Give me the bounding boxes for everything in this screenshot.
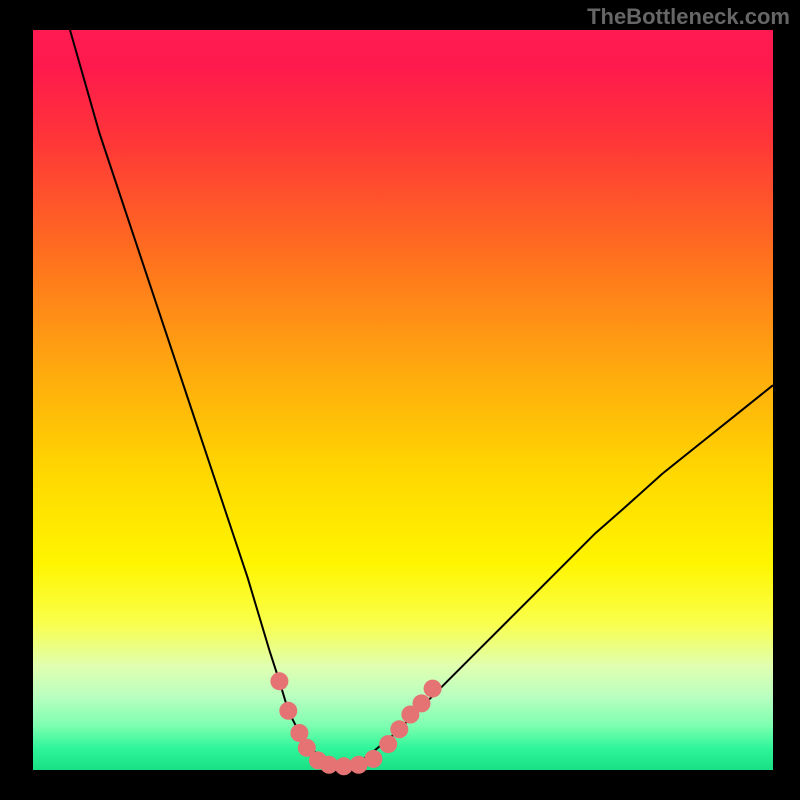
data-marker (364, 750, 382, 768)
plot-background (33, 30, 773, 770)
data-marker (413, 694, 431, 712)
watermark-text: TheBottleneck.com (587, 4, 790, 30)
chart-frame: TheBottleneck.com (0, 0, 800, 800)
bottleneck-chart (0, 0, 800, 800)
data-marker (424, 680, 442, 698)
data-marker (270, 672, 288, 690)
data-marker (379, 735, 397, 753)
data-marker (390, 720, 408, 738)
data-marker (279, 702, 297, 720)
